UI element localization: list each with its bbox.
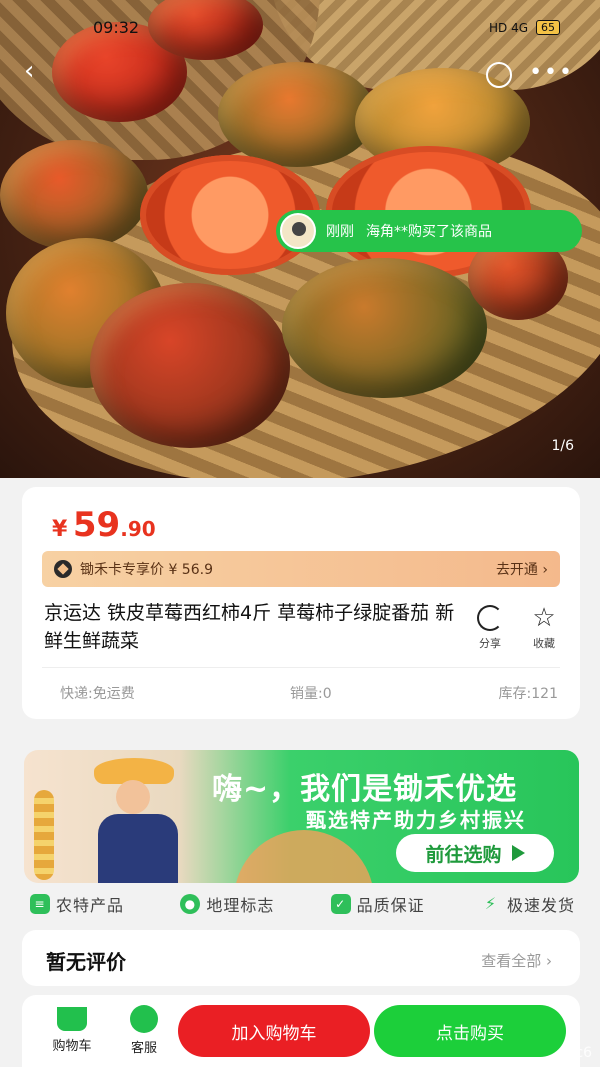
shipping-info: 快递:免运费 (60, 686, 135, 702)
feature-label: 极速发货 (506, 896, 575, 915)
share-icon (477, 605, 503, 631)
status-icons: HD 4G 65 (489, 20, 560, 35)
product-info-card: ¥ 59.90 锄禾卡专享价 ¥ 56.9 去开通 › 京运达 铁皮草莓西红柿4… (22, 487, 580, 719)
banner-subline: 甄选特产助力乡村振兴 (306, 808, 526, 832)
member-price-bar[interactable]: 锄禾卡专享价 ¥ 56.9 去开通 › (42, 551, 560, 587)
feature-quality: ✓ 品质保证 (330, 892, 425, 916)
share-icon[interactable] (486, 62, 512, 88)
battery-icon: 65 (536, 20, 560, 35)
quality-icon: ✓ (330, 894, 351, 914)
reviews-title: 暂无评价 (46, 950, 126, 974)
tomato-image (218, 62, 376, 167)
add-to-cart-button[interactable]: 加入购物车 (178, 1005, 370, 1057)
purchase-toast: 刚刚 海角**购买了该商品 (276, 210, 582, 252)
farm-icon: ≡ (30, 894, 50, 914)
star-icon: ☆ (532, 603, 556, 633)
price: ¥ 59.90 (52, 505, 156, 545)
more-icon[interactable]: ••• (529, 60, 574, 85)
favorite-button[interactable]: ☆ 收藏 (524, 605, 564, 651)
view-all-reviews-link[interactable]: 查看全部 › (481, 950, 552, 971)
tomato-image (90, 283, 290, 448)
member-price-label: 锄禾卡专享价 ¥ 56.9 (80, 562, 213, 578)
buy-now-button[interactable]: 点击购买 (374, 1005, 566, 1057)
reviews-section: 暂无评价 查看全部 › (22, 930, 580, 986)
feature-strip: ≡ 农特产品 ● 地理标志 ✓ 品质保证 ⚡ 极速发货 (30, 890, 575, 918)
product-title: 京运达 铁皮草莓西红柿4斤 草莓柿子绿腚番茄 新鲜生鲜蔬菜 (44, 602, 455, 652)
sun-illustration (234, 830, 374, 883)
stock-count: 库存:121 (498, 686, 558, 702)
toast-time: 刚刚 (326, 224, 354, 240)
cart-icon (57, 1007, 87, 1031)
signal-icon: HD 4G (488, 20, 528, 35)
wheat-illustration (34, 790, 54, 880)
feature-delivery: ⚡ 极速发货 (481, 892, 575, 916)
share-label: 分享 (479, 637, 501, 650)
back-icon[interactable]: ‹ (24, 58, 48, 84)
feature-label: 地理标志 (206, 896, 275, 915)
status-time: 09:32 (93, 18, 140, 37)
play-icon (511, 845, 525, 861)
tomato-image (0, 140, 148, 250)
face-illustration (116, 780, 150, 814)
price-integer: 59 (72, 505, 121, 545)
shop-now-label: 前往选购 (425, 843, 502, 866)
customer-service-icon (130, 1005, 158, 1033)
page-indicator: 1/6 (551, 438, 574, 454)
service-label: 客服 (130, 1041, 157, 1056)
shop-now-button[interactable]: 前往选购 (396, 834, 554, 872)
feature-label: 农特产品 (56, 896, 125, 915)
product-image-carousel[interactable]: 09:32 HD 4G 65 ‹ ••• 刚刚 海角**购买了该商品 1/6 (0, 0, 600, 478)
sales-count: 销量:0 (290, 686, 332, 702)
toast-message: 海角**购买了该商品 (366, 224, 492, 240)
fast-delivery-icon: ⚡ (484, 894, 498, 913)
tomato-image (282, 258, 487, 398)
bottom-action-bar: 购物车 客服 加入购物车 点击购买 (22, 995, 580, 1067)
feature-geo: ● 地理标志 (180, 892, 274, 916)
cart-tab[interactable]: 购物车 (44, 1005, 100, 1054)
diamond-icon (54, 560, 72, 578)
customer-service-tab[interactable]: 客服 (116, 1005, 172, 1056)
watermark-logo: pc6 (566, 1045, 593, 1061)
price-decimal: .90 (120, 517, 156, 541)
banner-headline: 嗨~，我们是锄禾优选 (212, 772, 518, 807)
favorite-label: 收藏 (533, 637, 555, 650)
cart-label: 购物车 (52, 1039, 92, 1054)
price-currency: ¥ (52, 517, 68, 542)
farmer-illustration (84, 758, 204, 883)
avatar (280, 213, 316, 249)
open-membership-link[interactable]: 去开通 › (496, 559, 548, 579)
feature-label: 品质保证 (356, 896, 425, 915)
feature-farm: ≡ 农特产品 (30, 892, 124, 916)
promo-banner[interactable]: 嗨~，我们是锄禾优选 甄选特产助力乡村振兴 前往选购 (24, 750, 579, 883)
overalls-illustration (98, 814, 178, 883)
location-icon: ● (180, 894, 201, 914)
share-button[interactable]: 分享 (470, 605, 510, 651)
divider (42, 667, 560, 668)
